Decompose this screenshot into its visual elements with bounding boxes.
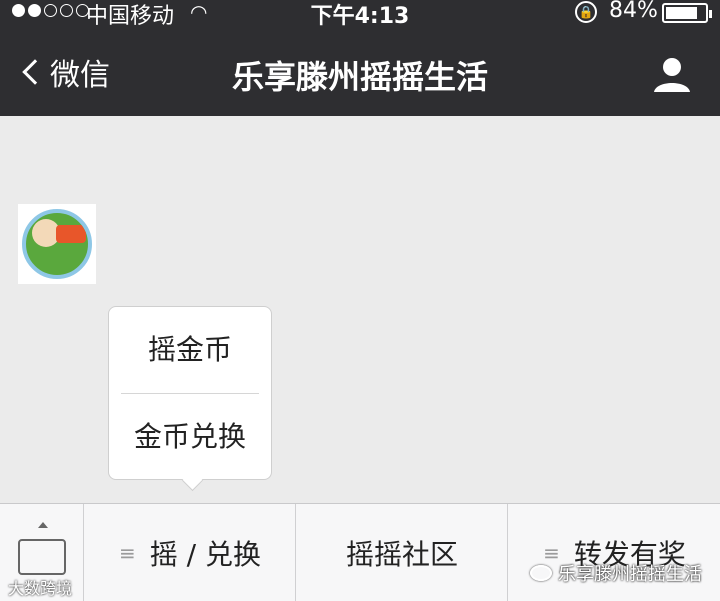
status-bar: 中国移动 ◠ 下午4:13 🔒 84%	[0, 0, 720, 29]
corner-logo: 大数跨境	[8, 579, 73, 598]
avatar-logo-icon	[22, 209, 92, 279]
watermark-text: 乐享滕州摇摇生活	[558, 564, 702, 585]
rotation-lock-icon: 🔒	[575, 1, 597, 23]
keyboard-icon	[18, 539, 66, 575]
menu-button-shake-exchange[interactable]: ≡ 摇 / 兑换	[85, 504, 296, 601]
profile-icon[interactable]	[652, 54, 692, 94]
submenu-popup: 摇金币 金币兑换	[108, 306, 272, 480]
page-title: 乐享滕州摇摇生活	[231, 58, 488, 96]
top-bar: 中国移动 ◠ 下午4:13 🔒 84% 微信 乐享滕州摇摇生活	[0, 0, 720, 116]
custom-menu-bar: ≡ 摇 / 兑换 摇摇社区 ≡ 转发有奖	[0, 503, 720, 601]
battery-percent: 84%	[609, 0, 658, 23]
official-account-avatar[interactable]	[18, 204, 96, 284]
menu-button-label: 摇摇社区	[345, 538, 458, 571]
caret-up-icon	[38, 522, 48, 528]
menu-button-label: 摇 / 兑换	[149, 538, 261, 571]
menu-item-coin-exchange[interactable]: 金币兑换	[109, 394, 271, 480]
menu-item-shake-coins[interactable]: 摇金币	[109, 307, 271, 393]
menu-icon: ≡	[118, 541, 136, 565]
menu-button-share-reward[interactable]: ≡ 转发有奖	[509, 504, 720, 601]
watermark: 乐享滕州摇摇生活	[530, 560, 702, 586]
menu-button-community[interactable]: 摇摇社区	[297, 504, 508, 601]
battery-icon	[662, 3, 712, 23]
wechat-icon	[530, 565, 552, 581]
